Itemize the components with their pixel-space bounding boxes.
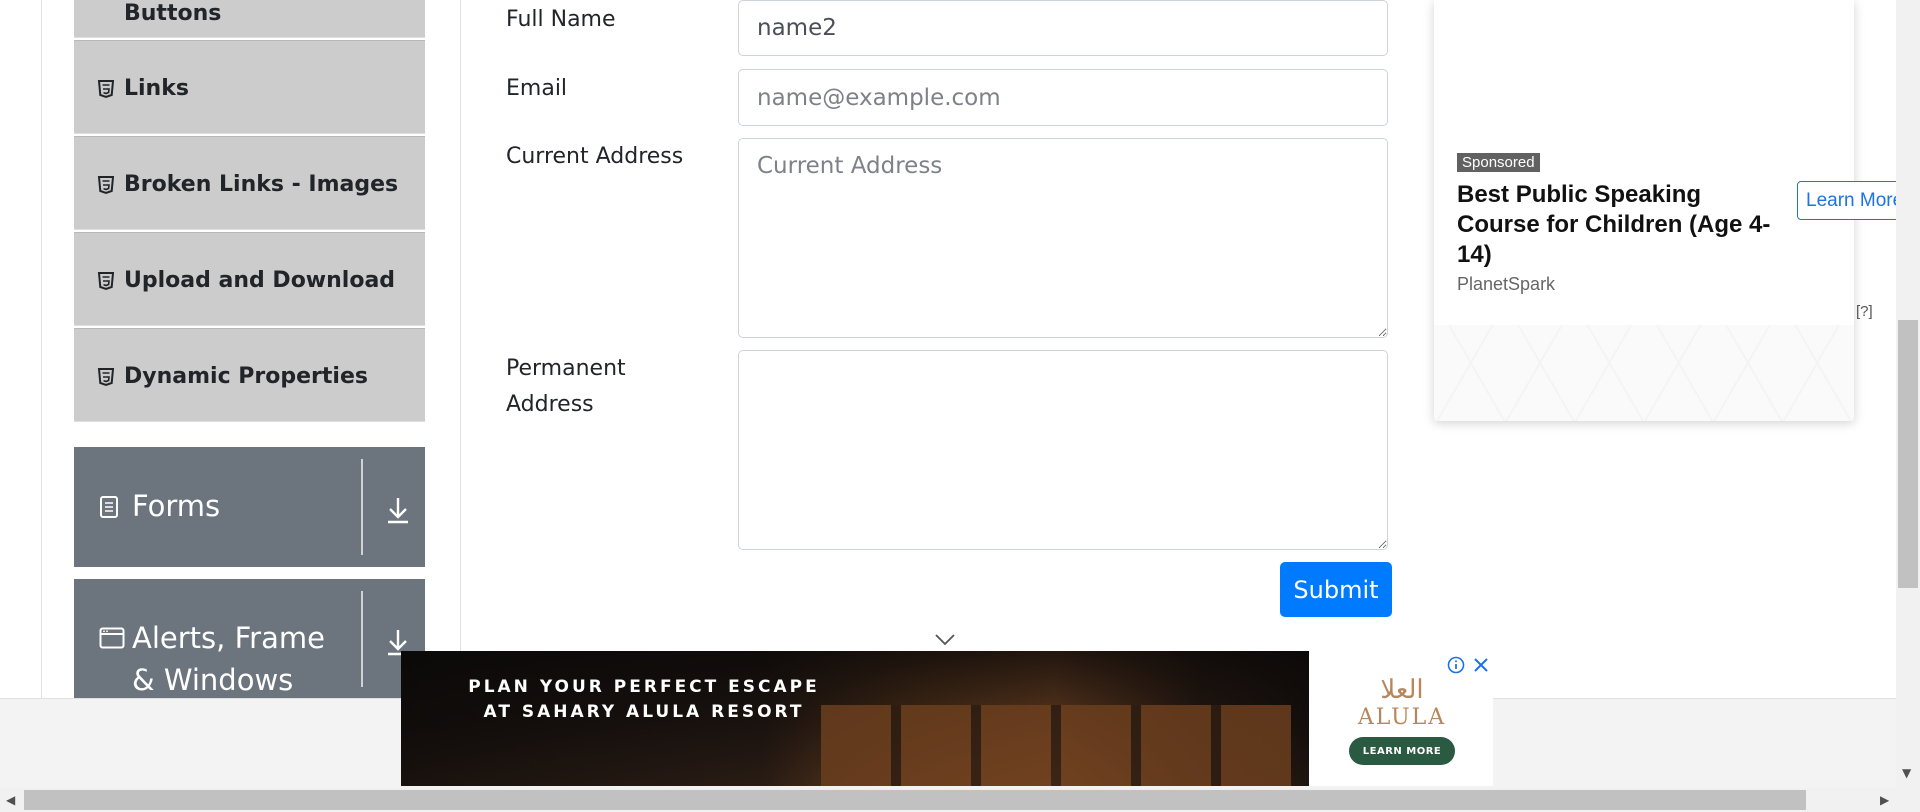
html5-icon (97, 272, 115, 291)
group-separator (361, 591, 363, 687)
sidebar-item-label: Broken Links - Images (124, 172, 399, 197)
permanent-address-textarea[interactable] (738, 350, 1388, 550)
sidebar-group-alerts[interactable]: Alerts, Frame & Windows (74, 579, 425, 698)
alula-logo-english: ALULA (1357, 705, 1447, 730)
chevron-down-icon[interactable] (934, 633, 956, 647)
email-label: Email (506, 76, 568, 101)
sidebar-left-border (41, 0, 42, 698)
html5-icon (97, 176, 115, 195)
ad-info-icon[interactable] (1447, 656, 1465, 674)
vertical-scrollbar-thumb[interactable] (1898, 320, 1918, 588)
sidebar-item-label: Buttons (124, 1, 222, 26)
alula-logo-arabic: العلا (1380, 675, 1424, 705)
ad-brand[interactable]: PlanetSpark (1457, 274, 1555, 295)
sidebar-item-label: Dynamic Properties (124, 364, 368, 389)
sidebar-item-upload-download[interactable]: Upload and Download (74, 232, 425, 326)
ad-close-icon[interactable] (1472, 656, 1490, 674)
ad-info-link[interactable]: [?] (1856, 303, 1873, 320)
ad-title[interactable]: Best Public Speaking Course for Children… (1457, 180, 1777, 270)
sidebar-item-buttons[interactable]: Buttons (74, 0, 425, 38)
full-name-label: Full Name (506, 7, 616, 32)
current-address-textarea[interactable] (738, 138, 1388, 338)
group-label: Forms (132, 489, 221, 523)
ad-pattern-image (1434, 325, 1854, 421)
banner-buildings-graphic (821, 705, 1291, 786)
alula-logo: العلا ALULA (1347, 675, 1457, 730)
scroll-down-arrow-icon[interactable]: ▼ (1902, 766, 1911, 780)
current-address-label: Current Address (506, 144, 684, 169)
horizontal-scrollbar-thumb[interactable] (24, 790, 1806, 810)
window-icon (99, 627, 125, 649)
download-arrow-icon[interactable] (385, 495, 411, 525)
sponsored-badge: Sponsored (1457, 153, 1540, 172)
sidebar-item-broken-links[interactable]: Broken Links - Images (74, 136, 425, 230)
html5-icon (97, 80, 115, 99)
document-icon (100, 496, 118, 518)
email-input[interactable] (738, 69, 1388, 126)
sidebar-item-links[interactable]: Links (74, 40, 425, 134)
banner-headline: PLAN YOUR PERFECT ESCAPE AT SAHARY ALULA… (468, 677, 820, 722)
submit-button[interactable]: Submit (1280, 562, 1392, 617)
sidebar-group-forms[interactable]: Forms (74, 447, 425, 567)
sidebar-item-label: Upload and Download (124, 268, 396, 293)
html5-icon (97, 368, 115, 387)
scroll-left-arrow-icon[interactable]: ◀ (6, 793, 15, 807)
full-name-input[interactable] (738, 0, 1388, 56)
content-divider (460, 0, 461, 698)
sidebar-item-label: Links (124, 76, 189, 101)
group-separator (361, 459, 363, 555)
scroll-right-arrow-icon[interactable]: ▶ (1880, 793, 1889, 807)
permanent-address-label: Permanent Address (506, 356, 626, 417)
group-label: Alerts, Frame & Windows (132, 621, 325, 697)
banner-resort-image[interactable]: PLAN YOUR PERFECT ESCAPE AT SAHARY ALULA… (401, 651, 1309, 786)
alula-learn-more-button[interactable]: LEARN MORE (1349, 737, 1455, 765)
sidebar-item-dynamic-properties[interactable]: Dynamic Properties (74, 328, 425, 422)
